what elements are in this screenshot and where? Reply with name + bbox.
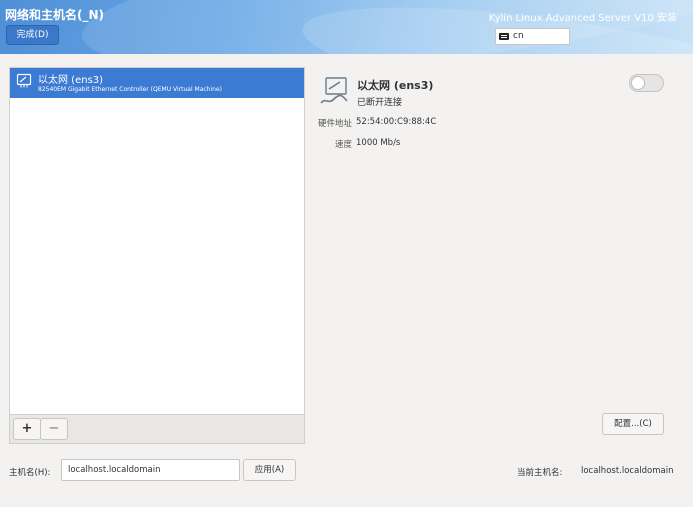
remove-device-button[interactable]: − — [40, 418, 68, 440]
device-description: 82540EM Gigabit Ethernet Controller (QEM… — [38, 86, 222, 93]
toggle-knob — [631, 76, 645, 90]
apply-hostname-button[interactable]: 应用(A) — [243, 459, 296, 481]
done-button[interactable]: 完成(D) — [6, 25, 59, 45]
connection-toggle[interactable] — [629, 74, 664, 92]
detail-device-name: 以太网 (ens3) — [357, 79, 434, 92]
current-hostname-value: localhost.localdomain — [581, 466, 674, 476]
speed-label: 速度 — [334, 140, 352, 150]
keyboard-layout-indicator[interactable]: cn — [495, 28, 570, 45]
hardware-address-label: 硬件地址 — [317, 119, 352, 129]
device-list-toolbar: + − — [9, 415, 305, 444]
page-title: 网络和主机名(_N) — [5, 8, 105, 22]
keyboard-layout-label: cn — [513, 31, 524, 41]
current-hostname-label: 当前主机名: — [517, 468, 563, 478]
configure-button[interactable]: 配置...(C) — [602, 413, 664, 435]
add-device-button[interactable]: + — [13, 418, 41, 440]
hostname-input[interactable]: localhost.localdomain — [61, 459, 240, 481]
hostname-label: 主机名(H): — [9, 468, 51, 478]
ethernet-icon — [320, 77, 348, 104]
ethernet-icon — [16, 73, 32, 88]
connection-status: 已断开连接 — [357, 98, 403, 108]
device-row-ens3[interactable]: 以太网 (ens3) 82540EM Gigabit Ethernet Cont… — [10, 68, 304, 98]
hardware-address-value: 52:54:00:C9:88:4C — [356, 117, 437, 127]
keyboard-icon — [499, 33, 509, 40]
device-list: 以太网 (ens3) 82540EM Gigabit Ethernet Cont… — [9, 67, 305, 415]
speed-value: 1000 Mb/s — [356, 138, 401, 148]
device-name: 以太网 (ens3) — [38, 75, 104, 86]
product-title: Kylin Linux Advanced Server V10 安装 — [488, 13, 677, 24]
